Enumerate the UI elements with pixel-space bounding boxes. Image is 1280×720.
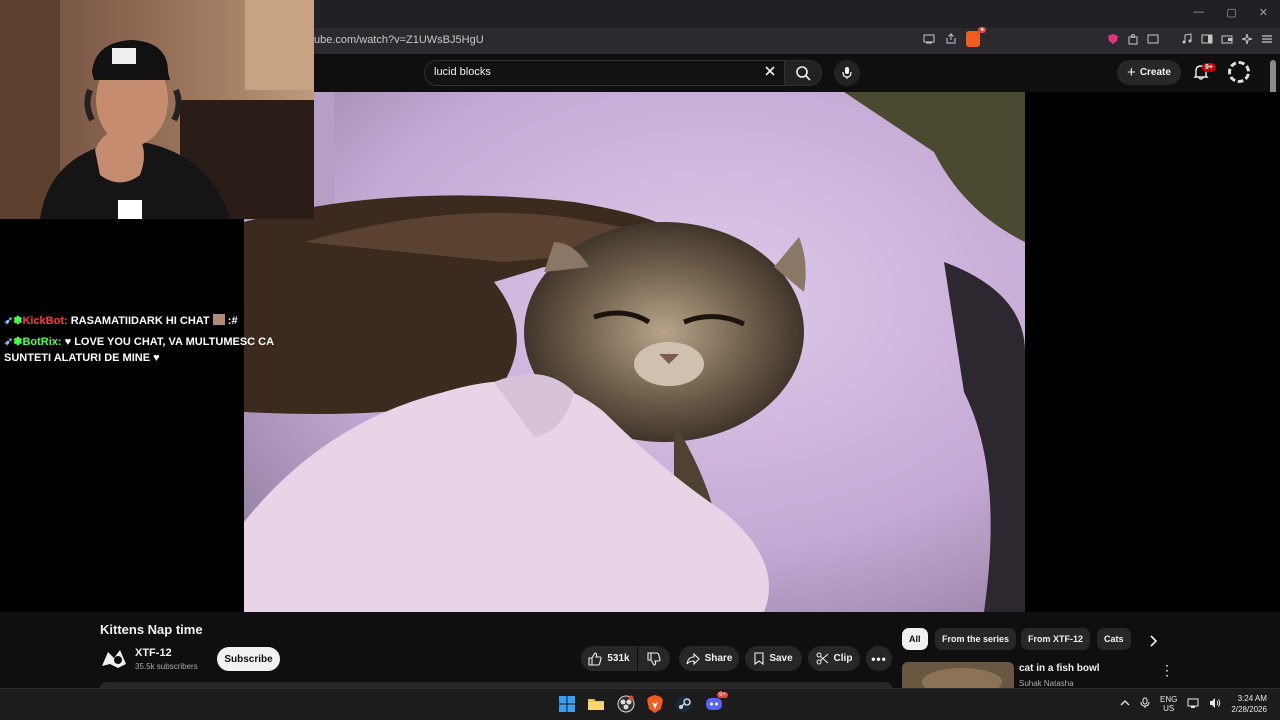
search-button[interactable] — [784, 60, 822, 86]
share-page-icon[interactable] — [944, 32, 958, 46]
search-query-text[interactable]: lucid blocks — [434, 66, 491, 78]
like-button[interactable]: 531k — [581, 646, 637, 671]
tray-chevron-icon[interactable] — [1120, 699, 1130, 709]
address-bar-actions: ● — [922, 27, 986, 47]
close-window-button[interactable]: ✕ — [1259, 6, 1268, 19]
clock[interactable]: 3:24 AM 2/28/2026 — [1231, 693, 1267, 715]
rocket-icon: ➶ — [4, 315, 14, 327]
create-label: Create — [1139, 67, 1171, 78]
tabs-icon[interactable] — [1146, 32, 1160, 46]
rewards-icon[interactable] — [1106, 32, 1120, 46]
player-side-area — [1025, 92, 1280, 612]
shields-count: ● — [978, 27, 986, 33]
more-horizontal-icon: ••• — [871, 651, 887, 666]
create-button[interactable]: + Create — [1117, 60, 1181, 85]
chat-username: BotRix: — [22, 336, 62, 348]
video-frame — [244, 92, 1025, 612]
save-button[interactable]: Save — [745, 646, 802, 671]
stream-chat-overlay — [0, 219, 244, 612]
window-controls: — ▢ ✕ — [1193, 6, 1268, 19]
clip-label: Clip — [833, 653, 853, 664]
channel-avatar[interactable] — [100, 646, 128, 672]
extensions-icon[interactable] — [1126, 32, 1140, 46]
chip-cats[interactable]: Cats — [1097, 628, 1131, 650]
leo-ai-icon[interactable] — [1240, 32, 1254, 46]
dislike-button[interactable] — [638, 646, 670, 671]
scissors-icon — [816, 652, 828, 665]
heart-icon: ♥ — [64, 336, 72, 348]
recommendation-title[interactable]: cat in a fish bowl — [1019, 663, 1100, 674]
discord-badge: 9+ — [717, 692, 728, 698]
windows-start-icon[interactable] — [557, 694, 577, 714]
webcam-frame — [0, 0, 314, 219]
recommendation-channel[interactable]: Suhak Natasha — [1019, 679, 1074, 688]
save-label: Save — [769, 653, 793, 664]
search-icon — [796, 66, 811, 81]
wallet-icon[interactable] — [1220, 32, 1234, 46]
keyboard-region: US — [1163, 704, 1175, 713]
url-field[interactable]: ube.com/watch?v=Z1UWsBJ5HgU — [314, 34, 484, 46]
plus-icon: + — [1127, 64, 1136, 81]
share-label: Share — [704, 653, 733, 664]
notifications-badge: 9+ — [1202, 63, 1216, 72]
system-tray: ENG US 3:24 AM 2/28/2026 — [1120, 693, 1267, 715]
chat-text-suffix: :# — [227, 315, 238, 327]
share-button[interactable]: Share — [679, 646, 739, 671]
thumbs-up-icon — [588, 651, 602, 666]
volume-icon[interactable] — [1209, 697, 1221, 711]
emote-icon — [212, 314, 225, 325]
video-player[interactable] — [244, 92, 1025, 612]
cast-icon[interactable] — [922, 32, 936, 46]
chip-all[interactable]: All — [902, 628, 928, 650]
chat-message: ➶✽BotRix: ♥ LOVE YOU CHAT, VA MULTUMESC … — [4, 334, 294, 366]
channel-name[interactable]: XTF-12 — [135, 647, 172, 659]
file-explorer-icon[interactable] — [586, 694, 606, 714]
sidebar-icon[interactable] — [1200, 32, 1214, 46]
microphone-icon — [842, 67, 852, 79]
subscribe-button[interactable]: Subscribe — [217, 647, 280, 671]
chip-from-the-series[interactable]: From the series — [935, 628, 1017, 650]
maximize-button[interactable]: ▢ — [1226, 6, 1236, 19]
windows-taskbar — [0, 688, 1280, 720]
language-code: ENG — [1160, 695, 1178, 704]
heart-icon: ♥ — [153, 352, 160, 364]
media-icon[interactable] — [1180, 32, 1194, 46]
steam-icon[interactable] — [674, 694, 694, 714]
minimize-button[interactable]: — — [1193, 6, 1204, 19]
chip-from-channel[interactable]: From XTF-12 — [1021, 628, 1091, 650]
chat-text: RASAMATIIDARK HI CHAT — [70, 315, 210, 327]
clip-button[interactable]: Clip — [808, 646, 860, 671]
language-indicator[interactable]: ENG US — [1160, 695, 1177, 713]
browser-toolbar — [1106, 32, 1274, 46]
video-title: Kittens Nap time — [100, 622, 203, 637]
obs-icon[interactable] — [616, 694, 636, 714]
chat-username: KickBot: — [22, 315, 68, 327]
menu-icon[interactable] — [1260, 32, 1274, 46]
clock-time: 3:24 AM — [1237, 694, 1267, 703]
clock-date: 2/28/2026 — [1231, 705, 1267, 714]
share-arrow-icon — [686, 652, 700, 665]
clear-search-icon[interactable] — [763, 64, 777, 82]
subscriber-count: 35.5k subscribers — [135, 662, 198, 671]
like-count: 531k — [607, 653, 630, 664]
brave-shields-icon[interactable]: ● — [966, 27, 986, 47]
microphone-tray-icon[interactable] — [1140, 697, 1150, 711]
bookmark-icon — [754, 652, 764, 665]
voice-search-button[interactable] — [834, 60, 860, 86]
recommendation-thumbnail[interactable] — [902, 662, 1014, 688]
network-icon[interactable] — [1187, 697, 1199, 711]
account-avatar[interactable] — [1228, 61, 1250, 83]
brave-browser-icon[interactable] — [645, 694, 665, 714]
chips-next-chevron-icon[interactable] — [1148, 634, 1158, 653]
discord-icon[interactable]: 9+ — [704, 692, 728, 714]
streamer-webcam — [0, 0, 314, 219]
recommendation-more-icon[interactable]: ⋮ — [1160, 662, 1174, 679]
rocket-icon: ➶ — [4, 336, 14, 348]
thumbs-down-icon — [647, 651, 661, 666]
more-actions-button[interactable]: ••• — [866, 646, 892, 671]
chat-message: ➶✽KickBot: RASAMATIIDARK HI CHAT :# — [4, 313, 294, 329]
